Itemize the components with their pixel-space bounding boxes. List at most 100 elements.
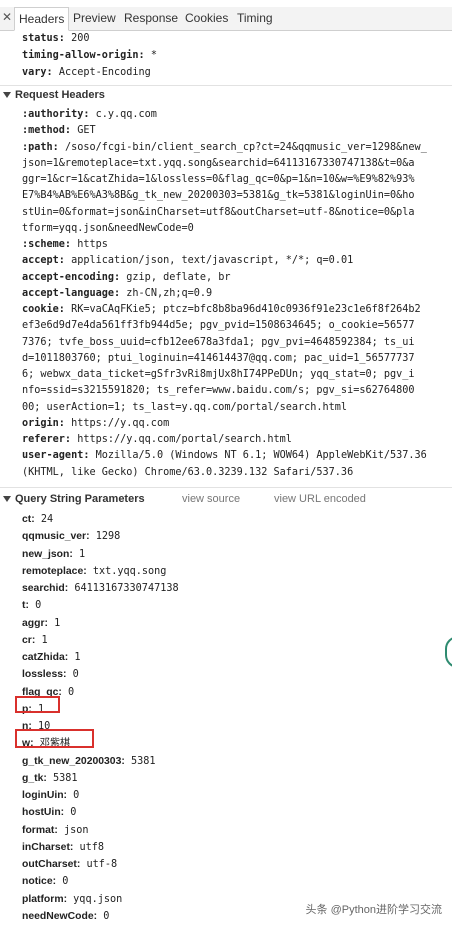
- field-value: application/json, text/javascript, */*; …: [71, 255, 354, 267]
- highlight-box-w: [15, 729, 94, 748]
- field-key: status:: [22, 33, 65, 44]
- field-key: accept-encoding:: [22, 271, 121, 283]
- header-row: ggr=1&cr=1&catZhida=1&lossless=0&flag_qc…: [22, 173, 415, 186]
- close-icon[interactable]: ✕: [2, 10, 12, 24]
- field-value: yqq.json: [73, 893, 123, 905]
- tab-timing[interactable]: Timing: [237, 11, 273, 25]
- query-param-row: inCharset: utf8: [22, 841, 104, 854]
- field-value: E7%B4%AB%E6%A3%8B&g_tk_new_20200303=5381…: [22, 190, 415, 202]
- field-key: qqmusic_ver:: [22, 531, 90, 543]
- field-value: 7376; tvfe_boss_uuid=cfb12ee678a3fda1; p…: [22, 336, 415, 348]
- field-value: https://y.qq.com/portal/search.html: [77, 434, 292, 445]
- field-key: referer:: [22, 434, 72, 445]
- query-param-row: g_tk_new_20200303: 5381: [22, 755, 156, 768]
- devtools-tab-bar: ✕ Headers Preview Response Cookies Timin…: [0, 7, 452, 31]
- header-row: status: 200: [22, 32, 89, 45]
- field-value: (KHTML, like Gecko) Chrome/63.0.3239.132…: [22, 466, 354, 478]
- header-row: cookie: RK=vaCAqFKie5; ptcz=bfc8b8ba96d4…: [22, 303, 421, 316]
- field-value: tform=yqq.json&needNewCode=0: [22, 222, 194, 234]
- field-key: :method:: [22, 125, 72, 137]
- field-key: g_tk_new_20200303:: [22, 755, 125, 767]
- field-value: 1: [41, 634, 48, 646]
- header-row: accept-language: zh-CN,zh;q=0.9: [22, 287, 212, 300]
- header-row: d=1011803760; ptui_loginuin=414614437@qq…: [22, 352, 415, 365]
- field-key: user-agent:: [22, 450, 90, 462]
- query-param-row: hostUin: 0: [22, 806, 76, 819]
- field-key: platform:: [22, 893, 68, 905]
- field-value: 0: [103, 910, 110, 922]
- field-key: cookie:: [22, 304, 65, 315]
- field-value: utf-8: [86, 859, 118, 870]
- field-key: searchid:: [22, 583, 69, 594]
- field-value: 1: [54, 617, 61, 629]
- field-key: inCharset:: [22, 841, 74, 853]
- field-key: accept:: [22, 255, 65, 267]
- query-param-row: platform: yqq.json: [22, 893, 122, 906]
- highlight-box-p: [15, 696, 60, 713]
- header-row: json=1&remoteplace=txt.yqq.song&searchid…: [22, 157, 415, 170]
- query-param-row: qqmusic_ver: 1298: [22, 530, 120, 543]
- field-value: 0: [72, 669, 79, 681]
- query-param-row: aggr: 1: [22, 617, 60, 630]
- field-value: /soso/fcgi-bin/client_search_cp?ct=24&qq…: [64, 141, 427, 153]
- query-param-row: searchid: 64113167330747138: [22, 582, 179, 595]
- request-headers-header[interactable]: Request Headers: [3, 88, 105, 102]
- field-value: 200: [71, 33, 90, 44]
- field-key: :authority:: [22, 109, 90, 120]
- field-key: format:: [22, 824, 58, 836]
- field-value: GET: [77, 125, 96, 137]
- field-value: d=1011803760; ptui_loginuin=414614437@qq…: [22, 352, 415, 364]
- field-value: zh-CN,zh;q=0.9: [126, 287, 213, 299]
- field-key: :scheme:: [22, 239, 72, 250]
- field-key: loginUin:: [22, 790, 68, 801]
- view-source-link[interactable]: view source: [182, 493, 240, 505]
- field-key: timing-allow-origin:: [22, 50, 145, 61]
- query-param-row: t: 0: [22, 599, 41, 612]
- field-key: g_tk:: [22, 772, 47, 784]
- tab-preview[interactable]: Preview: [73, 11, 116, 25]
- field-value: json=1&remoteplace=txt.yqq.song&searchid…: [22, 157, 415, 169]
- header-row: :method: GET: [22, 124, 96, 137]
- field-value: 5381: [52, 772, 78, 784]
- query-string-header[interactable]: Query String Parameters: [3, 492, 145, 506]
- field-key: notice:: [22, 876, 57, 888]
- header-row: 6; webwx_data_ticket=gSfr3vRi8mjUx8hI74P…: [22, 368, 415, 381]
- header-row: :authority: c.y.qq.com: [22, 108, 157, 121]
- view-url-encoded-link[interactable]: view URL encoded: [274, 493, 366, 505]
- floating-button[interactable]: [445, 636, 452, 668]
- header-row: 7376; tvfe_boss_uuid=cfb12ee678a3fda1; p…: [22, 336, 415, 349]
- field-value: json: [63, 824, 89, 836]
- header-row: 00; userAction=1; ts_last=y.qq.com/porta…: [22, 401, 347, 414]
- field-value: 6; webwx_data_ticket=gSfr3vRi8mjUx8hI74P…: [22, 369, 415, 380]
- query-param-row: ct: 24: [22, 513, 53, 526]
- header-row: vary: Accept-Encoding: [22, 66, 151, 79]
- field-key: lossless:: [22, 669, 67, 681]
- field-value: gzip, deflate, br: [126, 271, 231, 283]
- field-value: 1298: [95, 531, 121, 543]
- query-param-row: notice: 0: [22, 875, 68, 888]
- tab-headers[interactable]: Headers: [14, 7, 70, 31]
- field-key: needNewCode:: [22, 910, 98, 922]
- field-key: outCharset:: [22, 859, 81, 870]
- field-value: 0: [73, 790, 80, 801]
- field-key: t:: [22, 600, 29, 612]
- field-value: nfo=ssid=s3215591820; ts_refer=www.baidu…: [22, 385, 415, 397]
- field-value: https://y.qq.com: [71, 417, 170, 429]
- header-row: accept-encoding: gzip, deflate, br: [22, 271, 231, 284]
- tab-cookies[interactable]: Cookies: [185, 11, 228, 25]
- field-value: 1: [74, 652, 81, 663]
- field-key: accept-language:: [22, 287, 121, 299]
- query-param-row: loginUin: 0: [22, 789, 79, 802]
- field-value: c.y.qq.com: [95, 109, 157, 120]
- field-value: 0: [35, 600, 42, 612]
- query-param-row: catZhida: 1: [22, 651, 80, 664]
- field-value: 0: [67, 686, 75, 698]
- header-row: stUin=0&format=json&inCharset=utf8&outCh…: [22, 206, 415, 219]
- field-key: hostUin:: [22, 807, 65, 819]
- query-param-row: new_json: 1: [22, 548, 85, 561]
- query-string-title: Query String Parameters: [15, 493, 145, 505]
- field-value: https: [77, 239, 108, 250]
- query-param-row: cr: 1: [22, 634, 48, 647]
- query-param-row: remoteplace: txt.yqq.song: [22, 565, 166, 578]
- tab-response[interactable]: Response: [124, 11, 178, 25]
